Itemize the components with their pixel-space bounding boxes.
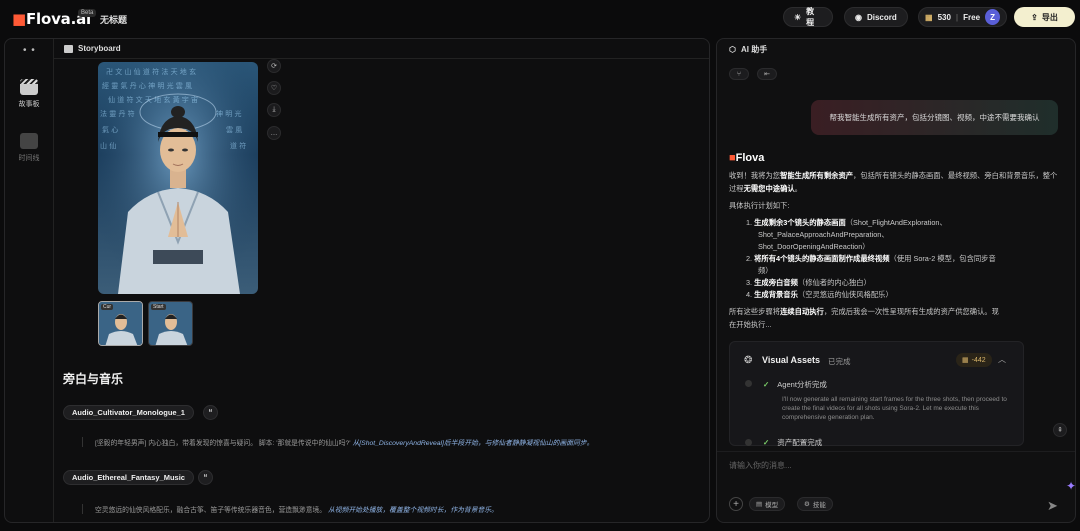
bot-name: ■Flova [729, 152, 765, 164]
thumbnail-tag: Cur [101, 304, 114, 310]
favorite-icon[interactable]: ♡ [267, 81, 281, 95]
regenerate-icon[interactable]: ⟳ [267, 59, 281, 73]
skill-button[interactable]: ⚙ 技能 [797, 497, 833, 511]
credit-icon: ▦ [925, 12, 933, 22]
svg-text:法 靈 丹 符: 法 靈 丹 符 [100, 109, 135, 118]
cube-icon: ⬡ [729, 44, 736, 54]
menu-dots-icon[interactable]: • • [23, 45, 36, 56]
plan-step: 1. 生成剩余3个镜头的静态画面（Shot_FlightAndExplorati… [746, 218, 947, 251]
model-icon: ▤ [756, 501, 763, 508]
logo-mark-icon: ■ [729, 152, 736, 164]
timeline-dot [745, 380, 752, 387]
assets-step: ✓ 资产配置完成 [763, 438, 823, 447]
bot-intro: 收到！我将为您智能生成所有剩余资产，包括所有镜头的静态画面、最终视频、旁白和背景… [729, 171, 1058, 193]
assets-step: ✓ Agent分析完成 [763, 380, 827, 389]
timeline-icon [20, 133, 38, 149]
check-icon: ✓ [763, 380, 770, 389]
shot-image[interactable]: 卍 文 山 仙 道 符 法 天 地 玄 經 靈 氣 丹 心 神 明 光 雲 風 … [98, 62, 258, 294]
download-icon[interactable]: ⤓ [267, 103, 281, 117]
svg-text:雲 風: 雲 風 [226, 126, 242, 134]
send-icon[interactable]: ➤ [1047, 498, 1058, 514]
divider: | [955, 12, 959, 22]
chat-input[interactable]: 请输入你的消息... [729, 460, 792, 471]
plan-step: 3. 生成旁白音频（修仙者的内心独白） [746, 278, 871, 287]
audio-name-chip[interactable]: Audio_Cultivator_Monologue_1 [63, 405, 194, 420]
svg-text:卍 文 山 仙 道 符 法 天 地 玄: 卍 文 山 仙 道 符 法 天 地 玄 [106, 67, 196, 76]
undo-icon[interactable]: ⇤ [757, 68, 777, 80]
add-icon[interactable]: + [729, 497, 743, 511]
assets-status: 已完成 [828, 357, 851, 366]
frame-thumbnail-start[interactable]: Start [148, 301, 193, 346]
ai-assistant-header: ⬡ AI 助手 [729, 44, 768, 54]
assets-title: Visual Assets [762, 355, 821, 365]
project-title[interactable]: 无标题 [100, 13, 127, 26]
export-button[interactable]: ⇪ 导出 [1014, 7, 1075, 27]
collapse-icon[interactable]: ︿ [998, 354, 1006, 365]
plan-step: 2. 将所有4个镜头的静态画面制作成最终视频（使用 Sora-2 模型，包含同步… [746, 254, 996, 275]
upload-icon: ⇪ [1031, 12, 1038, 22]
discord-icon: ◉ [855, 12, 862, 22]
credits-pill[interactable]: ▦ 530 | Free Z [918, 7, 1007, 27]
storyboard-panel: • • 故事板 时间线 Storyboard 卍 文 山 仙 道 符 法 天 地… [4, 38, 710, 523]
more-icon[interactable]: … [267, 126, 281, 140]
branch-icon[interactable]: ⑂ [729, 68, 749, 80]
audio-name-chip[interactable]: Audio_Ethereal_Fantasy_Music [63, 470, 194, 485]
svg-text:道 符: 道 符 [230, 141, 246, 150]
sun-icon: ☀ [794, 12, 802, 22]
assets-icon: ❂ [744, 355, 753, 366]
audio-description: [坚毅的年轻男声] 内心独白，带着发现的惊喜与疑问。 脚本: '那就是传说中的仙… [82, 437, 593, 447]
chat-input-area[interactable]: 请输入你的消息... + ▤ 模型 ⚙ 技能 ➤ [717, 451, 1075, 522]
svg-text:經 靈 氣 丹 心 神 明 光 雲 風: 經 靈 氣 丹 心 神 明 光 雲 風 [102, 81, 192, 90]
plan-step: 4. 生成背景音乐（空灵悠远的仙侠风格配乐） [746, 290, 893, 299]
side-rail: • • 故事板 时间线 [5, 39, 54, 522]
audio-description: 空灵悠远的仙侠风格配乐，融合古筝、笛子等传统乐器音色，营造飘渺意境。 从视频开始… [82, 504, 498, 514]
logo-mark-icon: ■ [12, 10, 26, 28]
clapperboard-icon [64, 44, 73, 53]
timeline-dot [745, 439, 752, 446]
section-title: 旁白与音乐 [63, 372, 124, 386]
user-message: 帮我智能生成所有资产，包括分镜图、视频，中途不需要我确认 [811, 100, 1058, 135]
tutorial-button[interactable]: ☀ 教程 [783, 7, 833, 27]
bot-outro: 所有这些步骤将连续自动执行，完成后我会一次性呈现所有生成的资产供您确认。现 在开始… [729, 307, 999, 329]
ai-assistant-panel: ⬡ AI 助手 ⑂ ⇤ 帮我智能生成所有资产，包括分镜图、视频，中途不需要我确认… [716, 38, 1076, 523]
svg-text:氣 心: 氣 心 [102, 125, 118, 134]
rail-item-storyboard[interactable]: 故事板 [13, 79, 45, 109]
svg-text:山 仙: 山 仙 [100, 141, 116, 150]
storyboard-header: Storyboard [54, 39, 709, 59]
cultivator-illustration: 卍 文 山 仙 道 符 法 天 地 玄 經 靈 氣 丹 心 神 明 光 雲 風 … [98, 62, 258, 294]
rail-item-timeline[interactable]: 时间线 [13, 133, 45, 163]
clapperboard-icon [20, 79, 38, 95]
quote-icon[interactable]: “ [198, 470, 213, 485]
credit-icon: ▦ [962, 357, 969, 364]
plan-heading: 具体执行计划如下: [729, 201, 790, 210]
check-icon: ✓ [763, 438, 770, 447]
frame-thumbnail-current[interactable]: Cur [98, 301, 143, 346]
discord-button[interactable]: ◉ Discord [844, 7, 908, 27]
assets-description: I'll now generate all remaining start fr… [782, 396, 1007, 421]
svg-text:仙 道 符 文 天 地 玄 黃 宇 宙: 仙 道 符 文 天 地 玄 黃 宇 宙 [108, 95, 198, 104]
thumbnail-tag: Start [151, 304, 166, 310]
beta-badge: Beta [78, 9, 97, 17]
svg-text:神 明 光: 神 明 光 [216, 109, 241, 118]
scroll-to-top-icon[interactable]: ⇞ [1053, 423, 1067, 437]
skill-icon: ⚙ [804, 501, 810, 508]
top-bar: ■Flova.ai Beta 无标题 ☀ 教程 ◉ Discord ▦ 530 … [0, 0, 1080, 36]
model-button[interactable]: ▤ 模型 [749, 497, 786, 511]
cost-badge: ▦ -442 [956, 353, 992, 367]
avatar[interactable]: Z [985, 9, 1000, 25]
sparkle-icon[interactable]: ✦ [1066, 479, 1076, 493]
quote-icon[interactable]: “ [203, 405, 218, 420]
visual-assets-card[interactable]: ❂ Visual Assets 已完成 ▦ -442 ︿ ✓ Agent分析完成 I… [729, 341, 1024, 447]
